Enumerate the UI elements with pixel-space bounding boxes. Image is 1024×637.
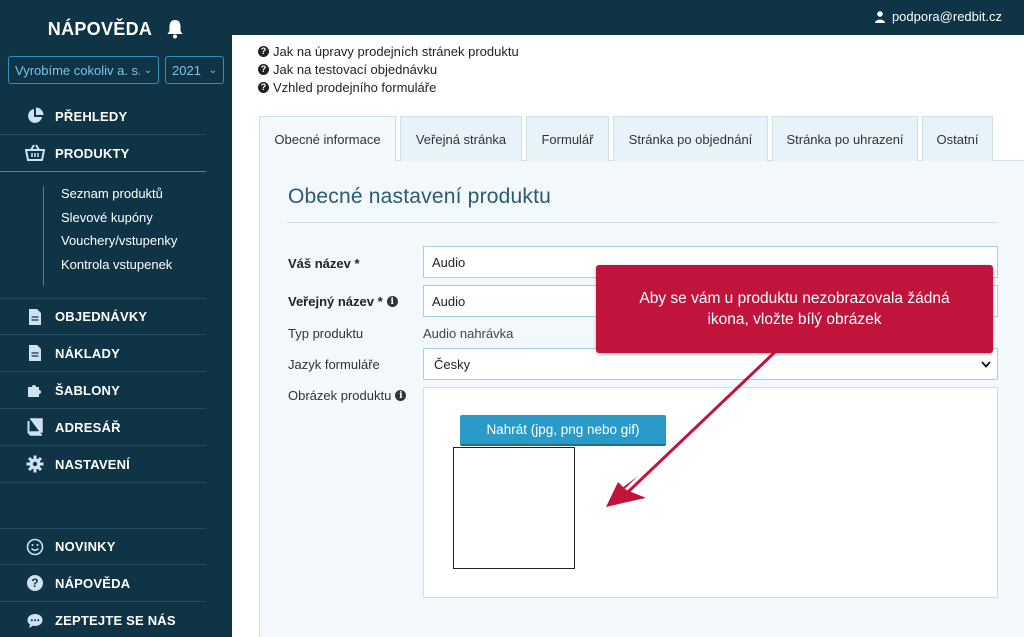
submenu-line: [43, 186, 44, 286]
help-link-text: Vzhled prodejního formuláře: [273, 79, 437, 95]
sidebar-title: NÁPOVĚDA: [47, 18, 153, 39]
sidebar-item-objednavky[interactable]: OBJEDNÁVKY: [0, 298, 206, 335]
basket-icon: [25, 143, 45, 163]
product-image-label: Obrázek produktu i: [288, 388, 407, 403]
help-link[interactable]: ? Jak na úpravy prodejních stránek produk…: [258, 42, 519, 60]
submenu-item-vouchery[interactable]: Vouchery/vstupenky: [61, 229, 232, 253]
products-submenu: Seznam produktů Slevové kupóny Vouchery/…: [0, 172, 232, 298]
tab-form[interactable]: Formulář: [526, 116, 609, 161]
user-menu[interactable]: podpora@redbit.cz: [874, 9, 1002, 24]
question-icon: ?: [258, 81, 269, 93]
document-icon: [25, 343, 45, 363]
gear-icon: [25, 454, 45, 474]
info-icon[interactable]: i: [395, 390, 407, 401]
info-icon[interactable]: i: [386, 296, 398, 307]
question-icon: ?: [258, 63, 269, 75]
divider: [287, 222, 997, 223]
year-select[interactable]: 2021 ⌄: [165, 56, 224, 84]
puzzle-icon: [25, 380, 45, 400]
sidebar-item-sablony[interactable]: ŠABLONY: [0, 372, 206, 409]
user-icon: [874, 10, 885, 23]
product-image-label-text: Obrázek produktu: [288, 388, 392, 403]
chevron-down-icon: [981, 360, 991, 368]
sidebar-header: NÁPOVĚDA: [0, 0, 232, 58]
sidebar-item-nastaveni[interactable]: NASTAVENÍ: [0, 446, 206, 483]
sidebar-item-label: OBJEDNÁVKY: [55, 309, 148, 324]
chevron-down-icon: ⌄: [143, 64, 152, 76]
tab-public-page[interactable]: Veřejná stránka: [400, 116, 522, 161]
sidebar: NÁPOVĚDA Vyrobíme cokoliv a. s. ⌄ 2021 ⌄…: [0, 0, 232, 637]
sidebar-item-label: ADRESÁŘ: [55, 419, 121, 435]
sidebar-item-label: ZEPTEJTE SE NÁS: [55, 613, 176, 628]
panel-heading: Obecné nastavení produktu: [288, 185, 552, 208]
sidebar-item-produkty[interactable]: PRODUKTY: [0, 135, 206, 172]
product-type-label: Typ produktu: [288, 326, 364, 341]
help-link[interactable]: ? Vzhled prodejního formuláře: [258, 78, 519, 96]
public-name-label: Veřejný název * i: [288, 294, 398, 309]
sidebar-item-label: NÁKLADY: [55, 345, 120, 361]
sidebar-item-label: NASTAVENÍ: [55, 456, 130, 472]
question-icon: ?: [258, 45, 269, 57]
sidebar-item-naklady[interactable]: NÁKLADY: [0, 335, 206, 372]
user-email: podpora@redbit.cz: [891, 9, 1002, 24]
tab-after-order-page[interactable]: Stránka po objednání: [613, 116, 768, 161]
your-name-label-text: Váš název *: [288, 256, 360, 271]
help-link-text: Jak na testovací objednávku: [273, 61, 438, 77]
submenu-item-seznam-produktu[interactable]: Seznam produktů: [61, 182, 232, 206]
svg-text:?: ?: [31, 576, 39, 590]
submenu-item-slevove-kupony[interactable]: Slevové kupóny: [61, 206, 232, 230]
top-bar: podpora@redbit.cz: [232, 0, 1024, 35]
sidebar-item-label: PRODUKTY: [55, 145, 130, 161]
chat-icon: [25, 611, 45, 631]
submenu-item-kontrola-vstupenek[interactable]: Kontrola vstupenek: [61, 253, 232, 277]
help-link-text: Jak na úpravy prodejních stránek produkt…: [273, 43, 519, 59]
tab-general-info[interactable]: Obecné informace: [259, 116, 396, 161]
year-select-value: 2021: [172, 62, 201, 78]
chevron-down-icon: ⌄: [208, 64, 217, 76]
tab-after-payment-page[interactable]: Stránka po uhrazení: [772, 116, 918, 161]
tab-other[interactable]: Ostatní: [922, 116, 993, 161]
smile-icon: [25, 537, 45, 557]
help-links: ? Jak na úpravy prodejních stránek produk…: [258, 42, 519, 96]
sidebar-item-label: NÁPOVĚDA: [55, 575, 131, 591]
sidebar-item-label: NOVINKY: [55, 539, 116, 554]
book-icon: [25, 417, 45, 437]
image-preview: [453, 447, 575, 569]
sidebar-item-prehledy[interactable]: PŘEHLEDY: [0, 98, 206, 135]
form-language-label: Jazyk formuláře: [288, 357, 380, 372]
sidebar-item-novinky[interactable]: NOVINKY: [0, 528, 206, 565]
your-name-label: Váš název *: [288, 256, 360, 271]
general-settings-panel: Obecné nastavení produktu Váš název * Au…: [259, 160, 1024, 637]
product-image-box: Nahrát (jpg, png nebo gif): [423, 387, 998, 598]
help-link[interactable]: ? Jak na testovací objednávku: [258, 60, 519, 78]
form-language-value: Česky: [434, 356, 471, 372]
tab-bar: Obecné informace Veřejná stránka Formulá…: [259, 116, 993, 161]
sidebar-item-label: PŘEHLEDY: [55, 108, 128, 124]
sidebar-item-adresar[interactable]: ADRESÁŘ: [0, 409, 206, 446]
product-type-value: Audio nahrávka: [423, 326, 514, 341]
sidebar-item-zeptejte-se[interactable]: ZEPTEJTE SE NÁS: [0, 602, 206, 637]
question-icon: ?: [25, 573, 45, 593]
sidebar-item-napoveda[interactable]: ? NÁPOVĚDA: [0, 565, 206, 602]
pie-chart-icon: [25, 106, 45, 126]
document-icon: [25, 307, 45, 327]
company-select[interactable]: Vyrobíme cokoliv a. s. ⌄: [8, 56, 159, 84]
callout-annotation: Aby se vám u produktu nezobrazovala žádn…: [596, 265, 993, 353]
public-name-label-text: Veřejný název *: [288, 294, 383, 309]
company-select-value: Vyrobíme cokoliv a. s.: [15, 62, 140, 78]
upload-button[interactable]: Nahrát (jpg, png nebo gif): [460, 415, 666, 446]
bell-icon[interactable]: [166, 19, 184, 39]
sidebar-item-label: ŠABLONY: [55, 382, 120, 398]
